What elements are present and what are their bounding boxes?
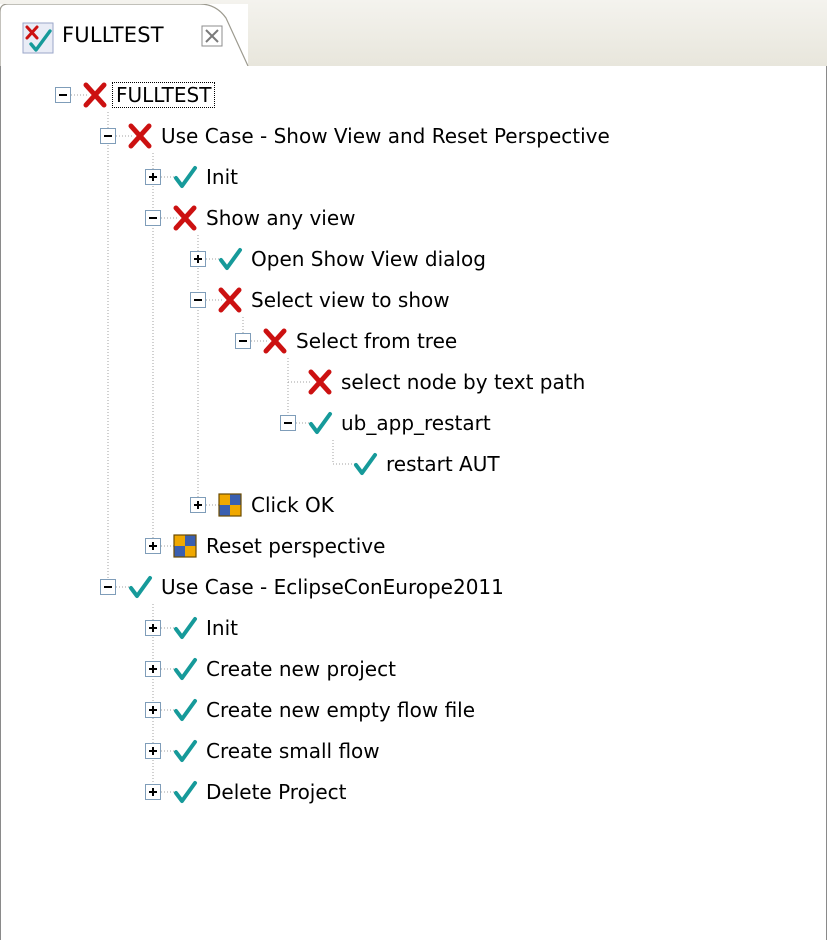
tree-node[interactable]: Click OK [1, 488, 821, 522]
not-run-icon [173, 534, 197, 558]
expand-toggle[interactable] [145, 169, 161, 185]
passed-check-icon [174, 617, 197, 639]
test-result-tree: FULLTEST Use Case - Show View and Reset P… [0, 66, 827, 940]
expand-toggle[interactable] [145, 702, 161, 718]
tree-node[interactable]: Use Case - Show View and Reset Perspecti… [1, 119, 821, 153]
tree-node[interactable]: Open Show View dialog [1, 242, 821, 276]
tree-node-label: Show any view [206, 206, 356, 230]
tree-node[interactable]: Select view to show [1, 283, 821, 317]
tree-node[interactable]: Create new project [1, 652, 821, 686]
not-run-icon [218, 493, 242, 517]
expand-toggle[interactable] [145, 538, 161, 554]
passed-check-icon [174, 699, 197, 721]
tree-node[interactable]: Show any view [1, 201, 821, 235]
failed-x-icon [83, 82, 107, 108]
failed-x-icon [263, 328, 287, 354]
tab-fulltest[interactable]: FULLTEST [0, 4, 249, 66]
tree-node[interactable]: ub_app_restart [1, 406, 821, 440]
tree-node-label: FULLTEST [111, 82, 216, 108]
tree-node-label: restart AUT [386, 452, 500, 476]
passed-check-icon [174, 781, 197, 803]
tree-node-label: ub_app_restart [341, 411, 491, 435]
test-result-icon [22, 22, 54, 54]
failed-x-icon [128, 123, 152, 149]
passed-check-icon [174, 166, 197, 188]
expand-toggle[interactable] [190, 251, 206, 267]
failed-x-icon [308, 369, 332, 395]
tree-node-label: Reset perspective [206, 534, 386, 558]
tree-node[interactable]: Reset perspective [1, 529, 821, 563]
tree-node-label: Create new empty flow file [206, 698, 476, 722]
passed-check-icon [129, 576, 152, 598]
passed-check-icon [309, 412, 332, 434]
tree-node[interactable]: Select from tree [1, 324, 821, 358]
close-icon[interactable] [200, 24, 224, 48]
expand-toggle[interactable] [145, 743, 161, 759]
tree-node-label: Delete Project [206, 780, 347, 804]
collapse-toggle[interactable] [145, 210, 161, 226]
collapse-toggle[interactable] [235, 333, 251, 349]
passed-check-icon [174, 658, 197, 680]
tree-node-label: Create new project [206, 657, 396, 681]
tree-node-label: Select view to show [251, 288, 450, 312]
tab-title: FULLTEST [62, 23, 164, 47]
collapse-toggle[interactable] [280, 415, 296, 431]
tree-node-label: select node by text path [341, 370, 586, 394]
passed-check-icon [219, 248, 242, 270]
tree-node[interactable]: FULLTEST [1, 78, 821, 112]
collapse-toggle[interactable] [100, 579, 116, 595]
failed-x-icon [173, 205, 197, 231]
tree-node-label: Init [206, 165, 238, 189]
expand-toggle[interactable] [145, 620, 161, 636]
expand-toggle[interactable] [145, 661, 161, 677]
tree-node-label: Open Show View dialog [251, 247, 486, 271]
collapse-toggle[interactable] [190, 292, 206, 308]
tree-node[interactable]: Use Case - EclipseConEurope2011 [1, 570, 821, 604]
tree-node-label: Select from tree [296, 329, 458, 353]
tree-node[interactable]: select node by text path [1, 365, 821, 399]
tree-node[interactable]: Create new empty flow file [1, 693, 821, 727]
tree-node-label: Use Case - EclipseConEurope2011 [161, 575, 504, 599]
tree-node-label: Use Case - Show View and Reset Perspecti… [161, 124, 610, 148]
collapse-toggle[interactable] [55, 87, 71, 103]
tree-node[interactable]: restart AUT [1, 447, 821, 481]
passed-check-icon [174, 740, 197, 762]
tree-node[interactable]: Delete Project [1, 775, 821, 809]
tree-node[interactable]: Create small flow [1, 734, 821, 768]
passed-check-icon [354, 453, 377, 475]
tree-node[interactable]: Init [1, 160, 821, 194]
tree-node[interactable]: Init [1, 611, 821, 645]
editor-tab-bar: FULLTEST [0, 0, 827, 67]
failed-x-icon [218, 287, 242, 313]
tree-node-label: Init [206, 616, 238, 640]
expand-toggle[interactable] [145, 784, 161, 800]
expand-toggle[interactable] [190, 497, 206, 513]
tree-node-label: Click OK [251, 493, 334, 517]
collapse-toggle[interactable] [100, 128, 116, 144]
tree-node-label: Create small flow [206, 739, 380, 763]
